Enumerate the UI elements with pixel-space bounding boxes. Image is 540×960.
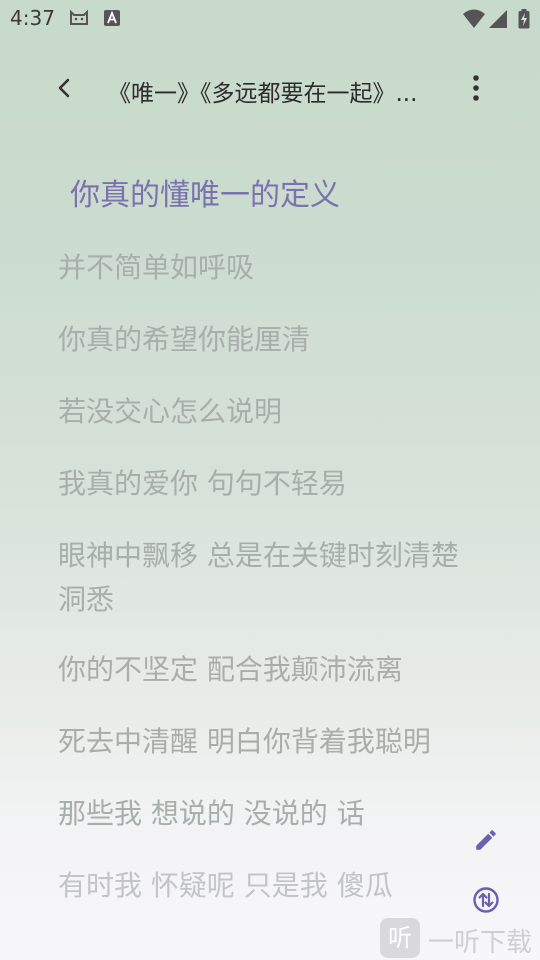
cat-notification-icon bbox=[68, 9, 90, 31]
battery-icon bbox=[518, 9, 530, 33]
wifi-icon bbox=[462, 9, 486, 33]
lyric-line[interactable]: 眼神中飘移 总是在关键时刻清楚洞悉 bbox=[58, 534, 478, 622]
lyric-line-active[interactable]: 你真的懂唯一的定义 bbox=[70, 174, 490, 218]
chevron-left-icon bbox=[58, 78, 70, 98]
lyric-line[interactable]: 我真的爱你 句句不轻易 bbox=[58, 462, 478, 506]
lyric-line[interactable]: 若没交心怎么说明 bbox=[58, 390, 478, 434]
status-bar: 4:37 bbox=[0, 0, 540, 36]
lyric-line[interactable]: 死去中清醒 明白你背着我聪明 bbox=[58, 720, 478, 764]
status-time: 4:37 bbox=[10, 6, 55, 30]
signal-icon bbox=[488, 9, 508, 33]
page-title: 《唯一》《多远都要在一起》... bbox=[108, 81, 418, 107]
toolbar: 《唯一》《多远都要在一起》... bbox=[0, 52, 540, 124]
more-options-button[interactable] bbox=[452, 64, 500, 112]
swap-circle-icon bbox=[473, 887, 499, 913]
pencil-icon bbox=[476, 830, 496, 850]
lyric-line[interactable]: 有时我 怀疑呢 只是我 傻瓜 bbox=[58, 864, 478, 908]
edit-lyrics-button[interactable] bbox=[466, 820, 506, 860]
more-vertical-icon bbox=[473, 75, 479, 101]
lyric-line[interactable]: 你的不坚定 配合我颠沛流离 bbox=[58, 648, 478, 692]
font-notification-icon bbox=[103, 9, 121, 31]
translate-toggle-button[interactable] bbox=[466, 880, 506, 920]
watermark-logo: 听 bbox=[380, 918, 420, 958]
lyric-line[interactable]: 并不简单如呼吸 bbox=[58, 246, 478, 290]
watermark: 听 一听下载 bbox=[380, 916, 540, 960]
lyric-line[interactable]: 你真的希望你能厘清 bbox=[58, 318, 478, 362]
watermark-text: 一听下载 bbox=[428, 928, 533, 958]
back-button[interactable] bbox=[40, 64, 88, 112]
lyric-line[interactable]: 那些我 想说的 没说的 话 bbox=[58, 792, 478, 836]
